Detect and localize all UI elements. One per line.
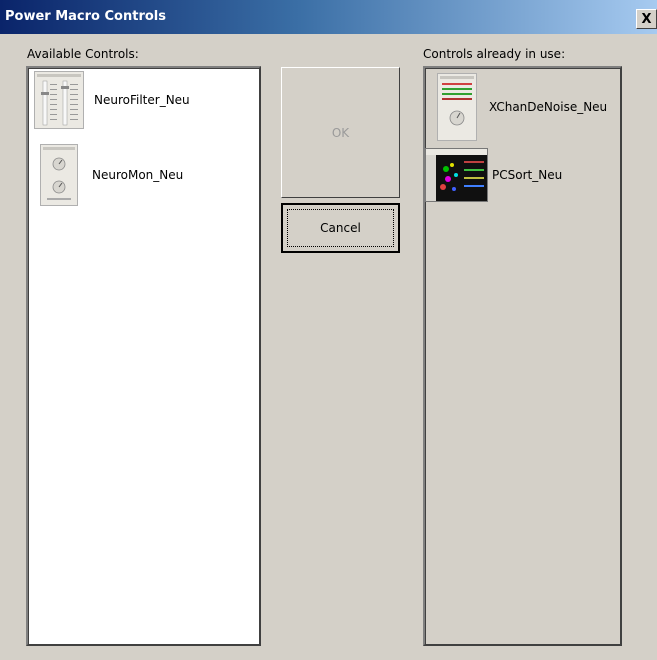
available-controls-label: Available Controls:: [27, 47, 139, 61]
pcsort-thumbnail-icon: [425, 148, 488, 202]
xchandenoise-thumbnail-icon: [437, 73, 477, 141]
ok-button[interactable]: OK: [281, 67, 400, 198]
controls-in-use-list[interactable]: XChanDeNoise_Neu PCSort_Neu: [423, 66, 622, 646]
neuromon-thumbnail-icon: [40, 144, 78, 206]
ok-button-label: OK: [331, 125, 350, 140]
list-item-label: XChanDeNoise_Neu: [489, 100, 608, 114]
list-item-neurofilter[interactable]: NeuroFilter_Neu: [34, 71, 190, 129]
list-item-neuromon[interactable]: NeuroMon_Neu: [40, 144, 183, 206]
neurofilter-thumbnail-icon: [34, 71, 84, 129]
close-button[interactable]: X: [636, 9, 657, 29]
window-title: Power Macro Controls: [5, 9, 166, 24]
close-icon: X: [641, 11, 652, 27]
list-item-label: PCSort_Neu: [492, 168, 563, 182]
list-item-label: NeuroMon_Neu: [92, 168, 184, 182]
list-item-pcsort[interactable]: PCSort_Neu: [425, 148, 562, 202]
focus-rectangle: [287, 209, 394, 247]
title-bar[interactable]: Power Macro Controls X: [0, 0, 657, 34]
cancel-button[interactable]: Cancel: [281, 203, 400, 253]
available-controls-list[interactable]: NeuroFilter_Neu NeuroMon_Neu: [26, 66, 261, 646]
controls-in-use-label: Controls already in use:: [423, 47, 566, 61]
list-item-label: NeuroFilter_Neu: [94, 93, 190, 107]
list-item-xchandenoise[interactable]: XChanDeNoise_Neu: [437, 73, 607, 141]
